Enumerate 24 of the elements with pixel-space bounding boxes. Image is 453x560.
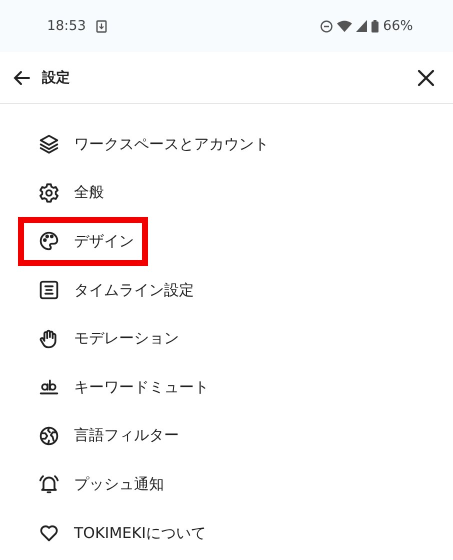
do-not-disturb-icon [320,20,333,32]
settings-item[interactable]: TOKIMEKIについて [18,508,220,558]
battery-percent: 66% [382,18,413,34]
settings-item[interactable]: タイムライン設定 [18,266,208,314]
signal-icon [356,20,367,32]
settings-icon [38,182,60,204]
bell-icon [38,473,60,496]
close-button[interactable] [417,68,435,86]
settings-item[interactable]: キーワードミュート [18,362,223,412]
settings-item[interactable]: 言語フィルター [18,412,193,460]
settings-item[interactable]: プッシュ通知 [18,460,178,509]
battery-icon [370,20,379,32]
settings-item[interactable]: ワークスペースとアカウント [18,120,283,169]
settings-item[interactable]: モデレーション [18,314,193,363]
download-icon [96,20,107,32]
layers-icon [38,133,60,156]
status-time: 18:53 [47,18,86,34]
settings-item[interactable]: デザイン [18,217,148,266]
settings-item[interactable]: 全般 [18,168,118,218]
globe-icon [38,424,60,447]
page-title: 設定 [42,68,71,86]
list-icon [38,279,60,302]
wifi-icon [336,20,352,32]
palette-icon [38,230,60,252]
